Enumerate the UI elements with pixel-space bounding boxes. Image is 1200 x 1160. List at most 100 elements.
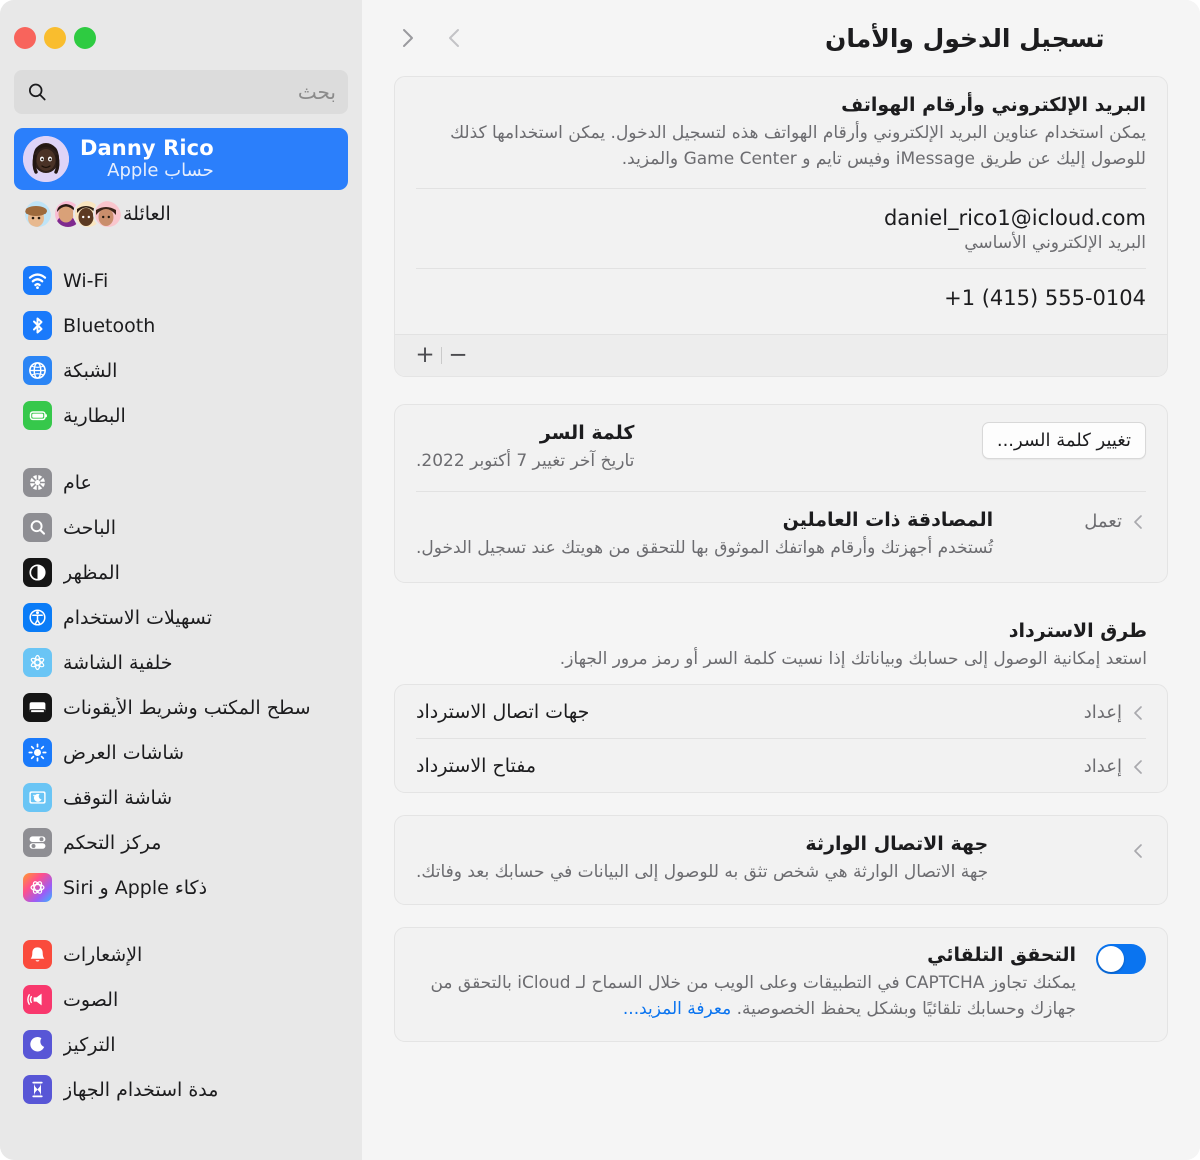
chevron-right-icon[interactable] [394,25,420,51]
sidebar-item-label: شاشات العرض [63,741,185,764]
row-action-label: إعداد [1083,702,1122,724]
desktop-dock-icon [23,693,52,722]
account-name: Danny Rico [80,136,214,161]
family-avatar [93,199,123,229]
email-entry-row[interactable]: daniel_rico1@icloud.com البريد الإلكترون… [395,189,1167,268]
change-password-button[interactable]: تغيير كلمة السر... [981,421,1146,459]
sidebar-item-label: الإشعارات [63,943,143,966]
search-input[interactable] [56,80,336,104]
chevron-left-icon[interactable] [1132,703,1146,723]
sidebar-item-battery[interactable]: البطارية [14,393,348,438]
remove-button[interactable]: − [442,341,474,369]
section-title: البريد الإلكتروني وأرقام الهواتف [841,94,1146,116]
sidebar-item-accessibility[interactable]: تسهيلات الاستخدام [14,595,348,640]
automatic-verification-card: التحقق التلقائي يمكنك تجاوز CAPTCHA في ا… [394,926,1168,1042]
sidebar: Danny Rico حساب Apple [0,0,362,1160]
recovery-title: طرق الاسترداد [1008,620,1147,643]
main-content: تسجيل الدخول والأمان البريد الإلكتروني و… [362,0,1200,1160]
accessibility-icon [23,603,52,632]
sidebar-item-label: التركيز [63,1033,116,1056]
main-header: تسجيل الدخول والأمان [394,0,1168,76]
gear-icon [23,468,52,497]
sidebar-item-network[interactable]: الشبكة [14,348,348,393]
email-phones-card: البريد الإلكتروني وأرقام الهواتف يمكن اس… [394,76,1168,377]
sidebar-item-wifi[interactable]: Wi-Fi [14,258,348,303]
sidebar-item-focus[interactable]: التركيز [14,1022,348,1067]
control-center-icon [23,828,52,857]
bell-icon [23,940,52,969]
sidebar-item-label: Wi-Fi [63,269,109,292]
sidebar-item-appearance[interactable]: المظهر [14,550,348,595]
legacy-contact-title: جهة الاتصال الوارثة [805,833,989,856]
divider [441,346,442,364]
chevron-left-icon[interactable] [1132,757,1146,777]
sidebar-item-screen-time[interactable]: مدة استخدام الجهاز [14,1067,348,1112]
learn-more-link[interactable]: معرفة المزيد... [623,999,731,1019]
globe-icon [23,356,52,385]
chevron-left-icon[interactable] [442,25,468,51]
wifi-icon [23,266,52,295]
phone-entry-row[interactable]: +1 (415) 555-0104 [395,269,1167,334]
account-subtitle: حساب Apple [107,159,214,181]
minimize-button[interactable] [44,27,66,49]
email-value: daniel_rico1@icloud.com [883,205,1146,230]
sidebar-item-label: مركز التحكم [63,831,162,854]
recovery-contacts-row[interactable]: جهات اتصال الاسترداد إعداد [395,685,1167,738]
sidebar-item-label: المظهر [63,561,120,584]
sidebar-item-family[interactable]: العائلة [14,192,348,236]
sidebar-group-alerts: الإشعارات الصوت التركيز مدة استخدام الجه… [14,932,348,1112]
chevron-left-icon[interactable] [1132,841,1146,861]
zoom-button[interactable] [74,27,96,49]
close-button[interactable] [14,27,36,49]
sidebar-item-apple-intelligence-siri[interactable]: ذكاء Apple و Siri [14,865,348,910]
add-remove-toolbar: − + [395,333,1167,376]
sidebar-item-sound[interactable]: الصوت [14,977,348,1022]
add-button[interactable]: + [409,341,441,369]
nav-arrows [394,25,468,51]
automatic-verification-toggle[interactable] [1096,943,1146,974]
sidebar-item-label: عام [63,471,92,494]
siri-icon [23,873,52,902]
magnifier-icon [23,513,52,542]
settings-window: Danny Rico حساب Apple [0,0,1200,1160]
search-icon [28,83,46,101]
sidebar-item-apple-account[interactable]: Danny Rico حساب Apple [14,128,348,190]
account-text: Danny Rico حساب Apple [80,136,214,181]
battery-icon [23,401,52,430]
sidebar-item-notifications[interactable]: الإشعارات [14,932,348,977]
sidebar-item-bluetooth[interactable]: Bluetooth [14,303,348,348]
page-title: تسجيل الدخول والأمان [825,23,1105,53]
sidebar-item-general[interactable]: عام [14,460,348,505]
recovery-key-row[interactable]: مفتاح الاسترداد إعداد [395,739,1167,792]
avatar [23,136,69,182]
sidebar-item-label: ذكاء Apple و Siri [63,876,208,899]
focus-moon-icon [23,1030,52,1059]
sidebar-group-system: عام الباحث المظهر تسهيلات الاستخدام خلفي… [14,460,348,910]
sidebar-item-wallpaper[interactable]: خلفية الشاشة [14,640,348,685]
sidebar-item-screensaver[interactable]: شاشة التوقف [14,775,348,820]
sidebar-item-label: شاشة التوقف [63,786,173,809]
automatic-verification-row: التحقق التلقائي يمكنك تجاوز CAPTCHA في ا… [395,928,1167,1041]
row-label: مفتاح الاسترداد [416,754,537,777]
password-subtitle: تاريخ آخر تغيير 7 أكتوبر 2022. [416,450,635,471]
sidebar-group-network: Wi-Fi Bluetooth الشبكة البطارية [14,258,348,438]
sidebar-item-desktop-dock[interactable]: سطح المكتب وشريط الأيقونات [14,685,348,730]
wallpaper-icon [23,648,52,677]
sidebar-item-finder[interactable]: الباحث [14,505,348,550]
window-controls [14,0,126,49]
recovery-description: استعد إمكانية الوصول إلى حسابك وبياناتك … [559,649,1147,670]
search-field[interactable] [14,70,348,114]
legacy-contact-row: جهة الاتصال الوارثة جهة الاتصال الوارثة … [395,816,1167,904]
chevron-left-icon[interactable] [1132,512,1146,532]
screentime-icon [23,1075,52,1104]
password-security-card: كلمة السر تاريخ آخر تغيير 7 أكتوبر 2022.… [394,403,1168,584]
legacy-contact-card[interactable]: جهة الاتصال الوارثة جهة الاتصال الوارثة … [394,815,1168,905]
sidebar-item-displays[interactable]: شاشات العرض [14,730,348,775]
sidebar-item-label: البطارية [63,404,126,427]
screensaver-icon [23,783,52,812]
sidebar-item-label: سطح المكتب وشريط الأيقونات [63,696,311,719]
section-description: يمكن استخدام عناوين البريد الإلكتروني وأ… [450,123,1146,169]
sidebar-item-control-center[interactable]: مركز التحكم [14,820,348,865]
email-sublabel: البريد الإلكتروني الأساسي [964,232,1146,253]
two-factor-row[interactable]: المصادقة ذات العاملين تُستخدم أجهزتك وأر… [395,492,1167,582]
